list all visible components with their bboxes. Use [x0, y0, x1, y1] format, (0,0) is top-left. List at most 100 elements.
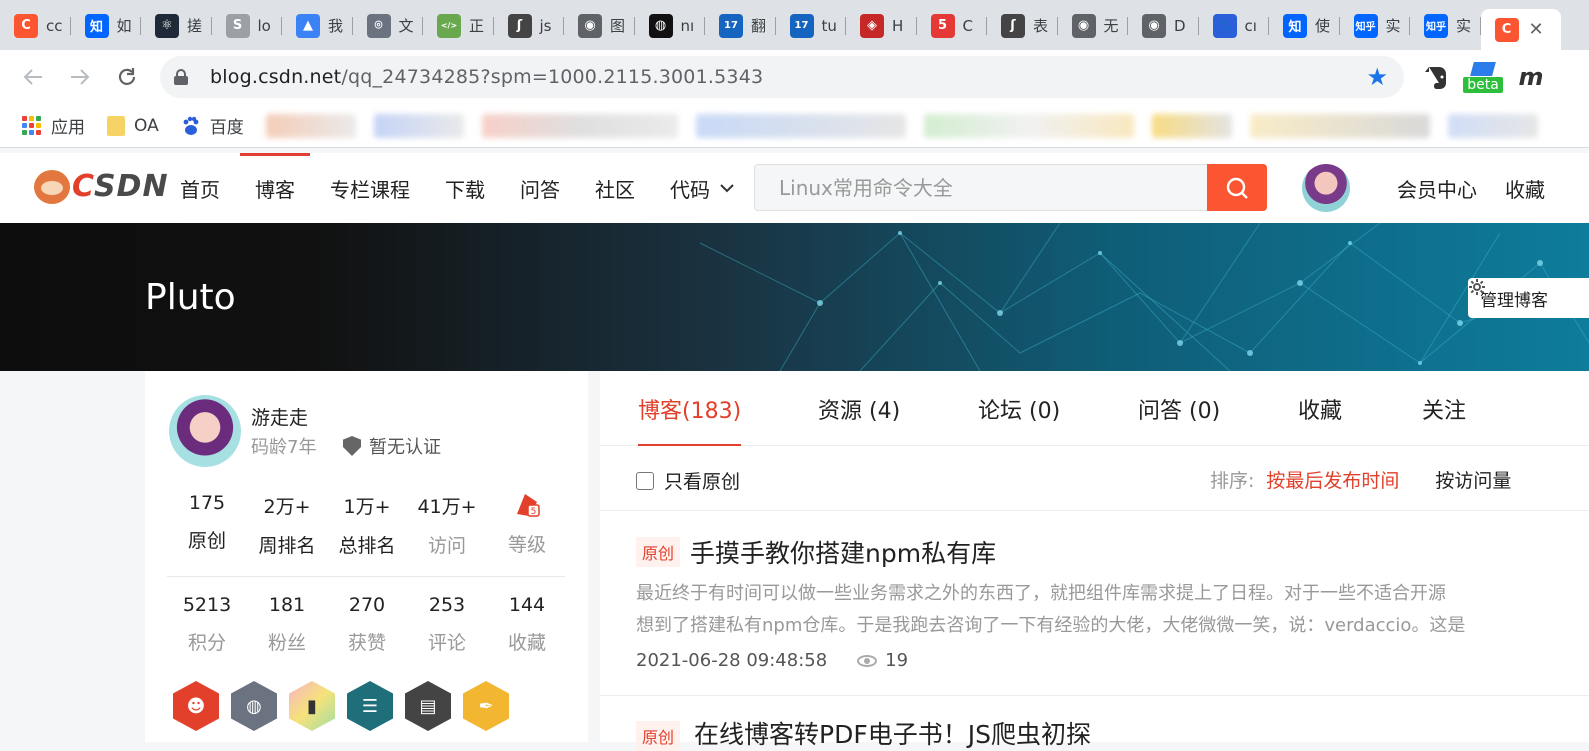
tab-title: 我: [328, 17, 344, 35]
tab-favicon-icon: ◉: [1071, 13, 1096, 38]
browser-tab[interactable]: ◉ 无: [1058, 9, 1128, 42]
csdn-logo[interactable]: CSDN: [34, 169, 169, 204]
bookmark-star-icon[interactable]: ★: [1366, 63, 1388, 91]
sort-by-visits[interactable]: 按访问量: [1435, 466, 1511, 493]
browser-tab[interactable]: ◍ nı: [635, 9, 705, 42]
user-avatar[interactable]: [1302, 164, 1350, 212]
browser-tab[interactable]: 5C: [917, 9, 987, 42]
nav-download[interactable]: 下载: [445, 153, 485, 223]
chevron-down-icon: [720, 184, 734, 193]
tab-resources[interactable]: 资源 (4): [818, 371, 900, 446]
active-browser-tab[interactable]: C ✕: [1480, 9, 1561, 50]
browser-tab[interactable]: ◉ 图: [564, 9, 635, 42]
nav-community[interactable]: 社区: [595, 153, 635, 223]
stat-week-rank[interactable]: 2万+ 周排名: [247, 492, 327, 558]
article-meta: 2021-06-28 09:48:58 19: [636, 650, 1589, 671]
nav-code[interactable]: 代码: [670, 153, 734, 223]
browser-tab[interactable]: 知如: [71, 9, 141, 42]
sort-by-time[interactable]: 按最后发布时间: [1266, 466, 1399, 493]
article-title[interactable]: 在线博客转PDF电子书！JS爬虫初探: [694, 715, 1091, 751]
address-bar[interactable]: blog.csdn.net/qq_24734285?spm=1000.2115.…: [160, 56, 1404, 98]
favorites-link[interactable]: 收藏: [1505, 174, 1545, 203]
tab-favorites[interactable]: 收藏: [1298, 371, 1342, 446]
arrow-right-icon: [71, 69, 90, 85]
search-button[interactable]: [1207, 164, 1267, 211]
nav-courses[interactable]: 专栏课程: [330, 153, 410, 223]
tab-following[interactable]: 关注: [1422, 371, 1466, 446]
achievement-badges: ☻ ◍ ▮ ☰ ▤ ✒: [173, 681, 509, 731]
browser-tab[interactable]: 🐾 cı: [1199, 9, 1269, 42]
browser-tab[interactable]: Ccc: [0, 9, 71, 42]
close-tab-icon[interactable]: ✕: [1529, 19, 1544, 40]
bookmark-apps[interactable]: 应用: [22, 113, 85, 138]
tab-favicon-icon: 5: [930, 13, 955, 38]
manage-blog-button[interactable]: 管理博客: [1468, 278, 1589, 318]
tab-favicon-icon: ʃ: [1001, 13, 1025, 38]
nav-home[interactable]: 首页: [180, 153, 220, 223]
beta-extension-icon[interactable]: beta: [1462, 54, 1504, 100]
tab-favicon-icon: ⚛: [155, 13, 179, 38]
forward-button[interactable]: [57, 54, 103, 100]
browser-tab[interactable]: 知乎实: [1340, 9, 1410, 42]
article-description[interactable]: 最近终于有时间可以做一些业务需求之外的东西了，就把组件库需求提上了日程。对于一些…: [636, 578, 1589, 642]
stat-points: 5213 积分: [182, 594, 232, 654]
browser-tab[interactable]: ʃ表: [987, 9, 1058, 42]
profile-avatar[interactable]: [169, 395, 241, 467]
browser-tab[interactable]: ⚛ 搓: [141, 9, 212, 42]
bookmark-oa[interactable]: OA: [107, 115, 159, 136]
browser-tab[interactable]: ◉ D: [1128, 9, 1199, 42]
bookmark-baidu[interactable]: 百度: [181, 113, 244, 138]
site-header: CSDN 首页 博客 专栏课程 下载 问答 社区 代码 会员中心 收藏: [0, 153, 1589, 223]
stat-total-rank[interactable]: 1万+ 总排名: [327, 492, 407, 558]
browser-tab[interactable]: 知乎实: [1410, 9, 1481, 42]
site-search: [754, 164, 1267, 211]
browser-tab[interactable]: 17 tu: [776, 9, 846, 42]
monkey-badge-icon[interactable]: ☻: [173, 681, 219, 731]
m-extension-icon[interactable]: m: [1516, 54, 1546, 100]
browser-tab[interactable]: Slo: [212, 9, 282, 42]
only-original-checkbox[interactable]: 只看原创: [636, 467, 740, 494]
nav-qa[interactable]: 问答: [520, 153, 560, 223]
calendar-badge-icon[interactable]: ▮: [289, 681, 335, 731]
tab-blog[interactable]: 博客(183): [638, 371, 742, 446]
browser-tab[interactable]: 17 翻: [705, 9, 776, 42]
tab-favicon-icon: 17: [789, 13, 814, 38]
member-center-link[interactable]: 会员中心: [1397, 174, 1477, 203]
tab-favicon-icon: 知乎: [1353, 13, 1378, 38]
profile-card: 游走走 码龄7年 暂无认证 175 原创 2万+ 周排名 1万+ 总排名 41万+ 访问…: [145, 371, 588, 742]
reload-button[interactable]: [104, 54, 150, 100]
stat-visits: 41万+ 访问: [417, 496, 477, 557]
evernote-extension-icon[interactable]: [1420, 54, 1452, 100]
article-title[interactable]: 手摸手教你搭建npm私有库: [690, 534, 996, 570]
tab-title: 正: [469, 17, 485, 35]
column-badge-icon[interactable]: ▤: [405, 681, 451, 731]
tab-favicon-icon: 知: [1283, 13, 1307, 38]
browser-tab[interactable]: ◈ H: [846, 9, 917, 42]
tab-title: D: [1174, 16, 1186, 35]
tab-favicon-icon: 17: [719, 13, 743, 38]
list-badge-icon[interactable]: ☰: [347, 681, 393, 731]
browser-tab[interactable]: ▲ 我: [282, 9, 353, 42]
article-item[interactable]: 原创 手摸手教你搭建npm私有库 最近终于有时间可以做一些业务需求之外的东西了，…: [636, 534, 1589, 671]
browser-tab[interactable]: 知使: [1269, 9, 1340, 42]
checkbox-icon[interactable]: [636, 471, 654, 490]
back-button[interactable]: [10, 54, 56, 100]
search-input[interactable]: [755, 165, 1207, 210]
tab-title: C: [962, 16, 973, 35]
tab-favicon-icon: ◉: [578, 13, 602, 38]
nav-blog[interactable]: 博客: [240, 153, 310, 223]
browser-tab[interactable]: </> 正: [423, 9, 494, 42]
browser-tab[interactable]: ⌾ 文: [353, 9, 423, 42]
browser-tab[interactable]: ʃ js: [494, 9, 564, 42]
tab-forum[interactable]: 论坛 (0): [978, 371, 1060, 446]
github-badge-icon[interactable]: ◍: [231, 681, 277, 731]
pen-badge-icon[interactable]: ✒: [463, 681, 509, 731]
tab-title: 无: [1103, 17, 1119, 35]
stat-original[interactable]: 175 原创: [167, 492, 247, 558]
tab-qa[interactable]: 问答 (0): [1138, 371, 1220, 446]
certification: 暂无认证: [343, 433, 441, 459]
tab-title: nı: [680, 16, 695, 35]
stat-level[interactable]: 5 等级: [487, 492, 567, 558]
profile-name[interactable]: 游走走: [251, 403, 308, 430]
stat-fans[interactable]: 181 粉丝: [247, 594, 327, 655]
